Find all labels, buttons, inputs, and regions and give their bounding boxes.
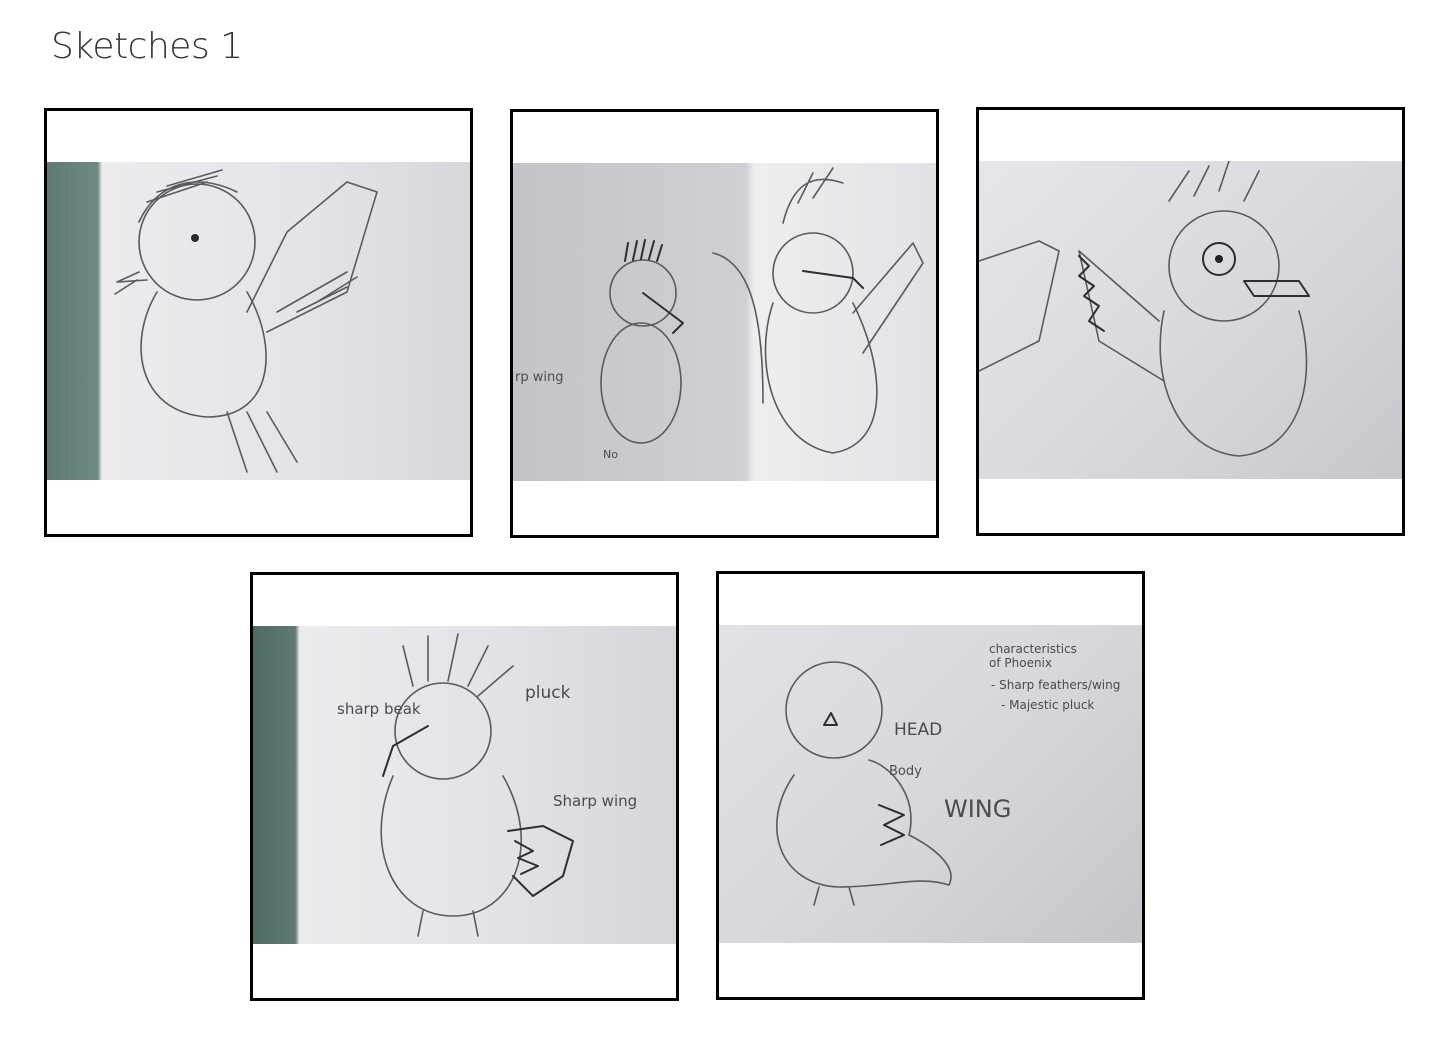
bird-drawing: characteristics of Phoenix - Sharp feath… [776,642,1120,906]
annotation-text: HEAD [894,720,942,740]
annotation-text: Sharp wing [553,792,637,810]
annotation-text: - Majestic pluck [1001,698,1094,712]
sketch-photo-1 [47,162,470,480]
sketch-photo-2: rp wing No [513,163,936,481]
annotation-text: - Sharp feathers/wing [991,678,1120,692]
bird-drawing [979,161,1310,457]
page-title: Sketches 1 [51,26,243,67]
sketch-frame-2: rp wing No [510,109,939,538]
annotation-text: rp wing [515,370,563,385]
sketch-photo-3 [979,161,1402,479]
bird-drawing [114,169,378,473]
annotation-text: sharp beak [337,700,421,718]
annotation-text: characteristics [989,642,1077,656]
annotation-text: pluck [525,683,571,703]
annotation-text: No [603,448,618,461]
sketch-photo-4: sharp beak pluck Sharp wing [253,626,676,944]
bird-drawing: sharp beak pluck Sharp wing [337,633,637,937]
annotation-text: of Phoenix [989,656,1052,670]
sketch-frame-5: characteristics of Phoenix - Sharp feath… [716,571,1145,1000]
sketch-photo-5: characteristics of Phoenix - Sharp feath… [719,625,1142,943]
annotation-text: Body [889,764,922,779]
bird-drawing: rp wing No [515,167,924,461]
sketch-frame-3 [976,107,1405,536]
sketch-frame-4: sharp beak pluck Sharp wing [250,572,679,1001]
annotation-text: WING [944,795,1011,823]
sketch-frame-1 [44,108,473,537]
